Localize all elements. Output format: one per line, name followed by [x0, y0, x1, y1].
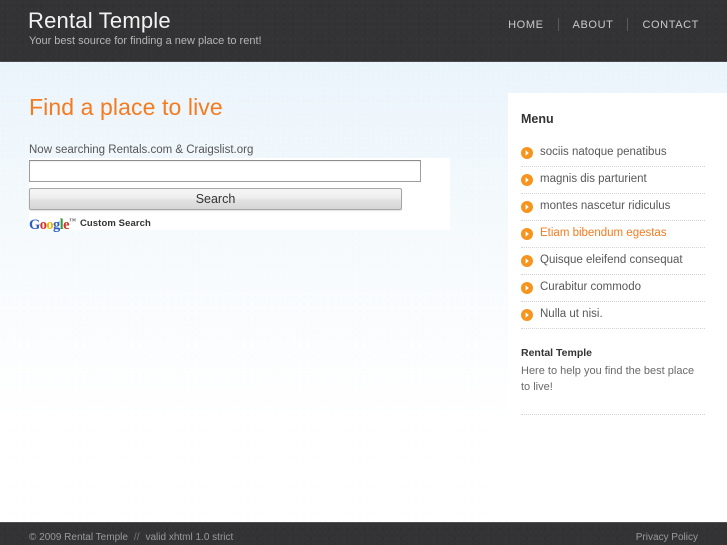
arrow-circle-icon [521, 173, 533, 186]
sidebar-item-label: montes nascetur ridiculus [540, 200, 671, 212]
footer-right: Privacy Policy [636, 532, 698, 543]
custom-search-widget: Search Google™ Custom Search [29, 158, 450, 232]
sidebar-item-label: Curabitur commodo [540, 281, 641, 293]
sidebar-block-title: Rental Temple [521, 347, 592, 359]
sidebar-item-curabitur[interactable]: Curabitur commodo [521, 275, 705, 301]
privacy-policy-link[interactable]: Privacy Policy [636, 532, 698, 543]
list-item: Nulla ut nisi. [521, 302, 705, 329]
site-title: Rental Temple [28, 8, 171, 33]
nav-item-contact[interactable]: CONTACT [628, 19, 699, 31]
site-footer: © 2009 Rental Temple // valid xhtml 1.0 … [0, 522, 727, 545]
search-scope-note: Now searching Rentals.com & Craigslist.o… [29, 144, 254, 156]
list-item: Curabitur commodo [521, 275, 705, 302]
xhtml-validator-link[interactable]: valid xhtml 1.0 strict [145, 532, 233, 543]
arrow-circle-icon [521, 227, 533, 240]
sidebar-item-label: Etiam bibendum egestas [540, 227, 667, 239]
sidebar-item-quisque[interactable]: Quisque eleifend consequat [521, 248, 705, 274]
google-logo-letter-g2: g [53, 216, 60, 233]
google-branding: Google™ Custom Search [29, 214, 154, 232]
sidebar-menu: sociis natoque penatibus magnis dis part… [508, 140, 727, 329]
arrow-circle-icon [521, 281, 533, 294]
sidebar-divider [521, 414, 705, 415]
site-tagline: Your best source for finding a new place… [29, 35, 262, 47]
sidebar-item-label: sociis natoque penatibus [540, 146, 667, 158]
sidebar-item-magnis[interactable]: magnis dis parturient [521, 167, 705, 193]
arrow-circle-icon [521, 146, 533, 159]
nav-item-about[interactable]: ABOUT [559, 19, 628, 31]
nav-item-home[interactable]: HOME [508, 19, 557, 31]
sidebar-item-label: Nulla ut nisi. [540, 308, 603, 320]
sidebar-about-block: Rental Temple Here to help you find the … [508, 329, 727, 395]
list-item: Etiam bibendum egestas [521, 221, 705, 248]
footer-left: © 2009 Rental Temple // valid xhtml 1.0 … [29, 532, 233, 543]
google-logo-letter-o2: o [46, 216, 53, 233]
arrow-circle-icon [521, 254, 533, 267]
google-logo: Google™ [29, 214, 76, 232]
sidebar-item-montes[interactable]: montes nascetur ridiculus [521, 194, 705, 220]
list-item: magnis dis parturient [521, 167, 705, 194]
arrow-circle-icon [521, 200, 533, 213]
sidebar-item-label: magnis dis parturient [540, 173, 647, 185]
sidebar-item-nulla[interactable]: Nulla ut nisi. [521, 302, 705, 328]
list-item: montes nascetur ridiculus [521, 194, 705, 221]
google-logo-letter-g1: G [29, 216, 40, 233]
sidebar-heading: Menu [521, 112, 554, 126]
sidebar: Menu sociis natoque penatibus magnis dis… [508, 93, 727, 522]
sidebar-item-etiam[interactable]: Etiam bibendum egestas [521, 221, 705, 247]
page-title: Find a place to live [29, 94, 223, 120]
arrow-circle-icon [521, 308, 533, 321]
list-item: sociis natoque penatibus [521, 140, 705, 167]
copyright-text: © 2009 Rental Temple [29, 532, 128, 543]
sidebar-block-text: Here to help you find the best place to … [521, 365, 695, 393]
footer-separator: // [133, 532, 140, 543]
site-header: Rental Temple Your best source for findi… [0, 0, 727, 62]
search-input[interactable] [29, 160, 421, 182]
main-navigation: HOME ABOUT CONTACT [508, 18, 699, 31]
list-item: Quisque eleifend consequat [521, 248, 705, 275]
trademark-symbol: ™ [68, 217, 76, 226]
custom-search-label: Custom Search [79, 217, 151, 229]
sidebar-item-label: Quisque eleifend consequat [540, 254, 683, 266]
search-button[interactable]: Search [29, 188, 402, 210]
sidebar-item-sociis[interactable]: sociis natoque penatibus [521, 140, 705, 166]
